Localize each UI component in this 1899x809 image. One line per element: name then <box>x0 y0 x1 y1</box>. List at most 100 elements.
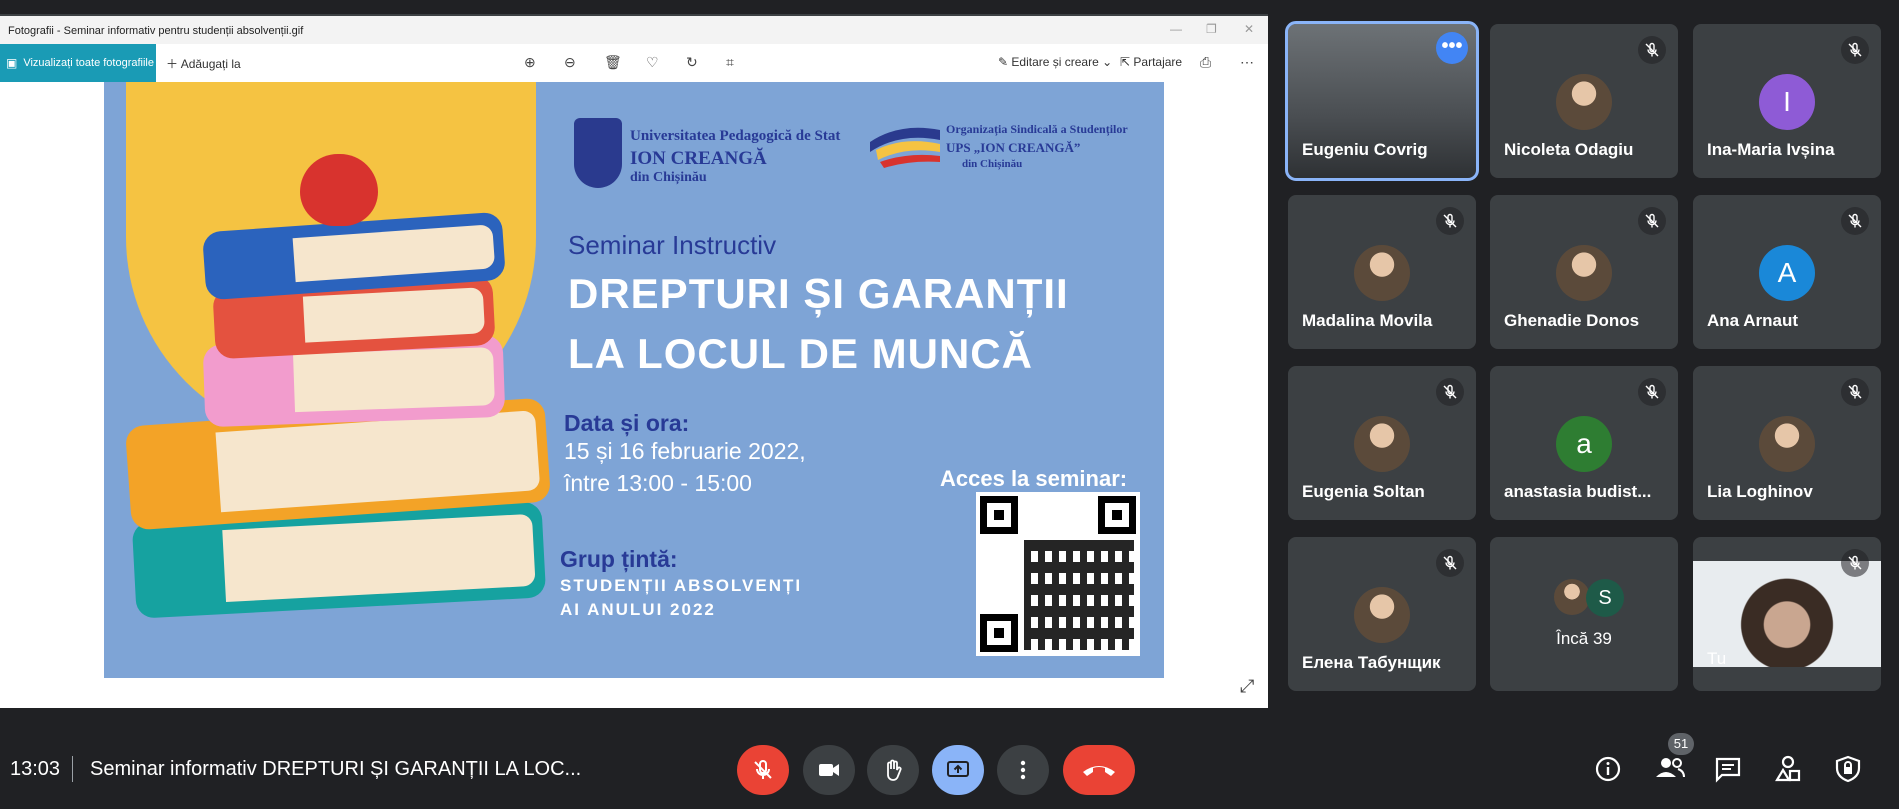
participant-name: Eugeniu Covrig <box>1302 140 1428 159</box>
more-vert-icon <box>1020 760 1026 780</box>
participant-tile[interactable]: Nicoleta Odagiu <box>1490 24 1678 178</box>
participant-tile[interactable]: ••• Eugeniu Covrig <box>1285 21 1479 181</box>
favorite-icon[interactable]: ♡ <box>646 54 659 71</box>
participant-name: anastasia budist... <box>1504 482 1652 501</box>
participant-tile[interactable]: Ghenadie Donos <box>1490 195 1678 349</box>
add-to-label: Adăugați la <box>180 57 241 71</box>
mic-off-icon <box>1436 207 1464 235</box>
participant-name: Nicoleta Odagiu <box>1504 140 1634 159</box>
rotate-icon[interactable]: ↻ <box>686 54 698 71</box>
avatar <box>1556 74 1612 130</box>
avatar <box>1759 416 1815 472</box>
fullscreen-expand-icon[interactable]: ⤢ <box>1240 676 1254 697</box>
union-name-line3: din Chișinău <box>962 158 1023 170</box>
video-camera-icon <box>819 764 839 776</box>
people-button[interactable]: 51 <box>1654 733 1694 786</box>
camera-toggle-button[interactable] <box>803 745 855 795</box>
poster-target-line1: STUDENȚII ABSOLVENȚI <box>560 576 803 595</box>
participant-name: Madalina Movila <box>1302 311 1433 330</box>
leave-call-button[interactable] <box>1063 745 1135 795</box>
mic-off-icon <box>1638 36 1666 64</box>
crop-icon[interactable]: ⌗ <box>726 54 734 71</box>
qr-code <box>976 492 1140 656</box>
edit-create-button[interactable]: ✎ Editare și creare ⌄ <box>998 55 1112 69</box>
poster-title-line2: LA LOCUL DE MUNCĂ <box>568 330 1033 377</box>
view-all-photos-button[interactable]: ▣ Vizualizați toate fotografiile <box>0 44 156 82</box>
gallery-icon: ▣ <box>6 56 18 70</box>
zoom-out-icon[interactable]: ⊖ <box>564 54 576 71</box>
poster-title-line1: DREPTURI ȘI GARANȚII <box>568 270 1069 317</box>
poster-target-label: Grup țintă: <box>560 546 678 572</box>
host-controls-icon[interactable] <box>1834 755 1862 783</box>
edit-create-label: Editare și creare <box>1011 55 1099 69</box>
participant-tile[interactable]: Елена Табунщик <box>1288 537 1476 691</box>
add-to-button[interactable]: ＋ Adăugați la <box>166 55 241 72</box>
poster-date-label: Data și ora: <box>564 410 690 436</box>
mic-toggle-button[interactable] <box>737 745 789 795</box>
delete-icon[interactable]: 🗑 <box>604 54 622 71</box>
share-label: Partajare <box>1133 55 1183 69</box>
mic-off-icon <box>754 759 772 779</box>
poster-date-line1: 15 și 16 februarie 2022, <box>564 438 806 464</box>
participant-name: Eugenia Soltan <box>1302 482 1425 501</box>
mic-off-icon <box>1436 378 1464 406</box>
participant-tile[interactable]: A Ana Arnaut <box>1693 195 1881 349</box>
edit-icon: ✎ <box>998 55 1009 69</box>
viewer-titlebar: Fotografii - Seminar informativ pentru s… <box>0 16 1268 44</box>
more-options-button[interactable] <box>997 745 1049 795</box>
print-icon[interactable]: ⎙ <box>1200 54 1211 71</box>
photo-viewer-window: Fotografii - Seminar informativ pentru s… <box>0 14 1268 708</box>
union-name-line1: Organizația Sindicală a Studenților <box>946 122 1128 136</box>
meeting-details-icon[interactable] <box>1594 755 1622 783</box>
participant-name: Ana Arnaut <box>1707 311 1798 330</box>
share-button[interactable]: ⇱ Partajare <box>1120 55 1182 69</box>
participant-name: Ghenadie Donos <box>1504 311 1640 330</box>
participant-name: Tu <box>1707 649 1727 668</box>
participant-tile[interactable]: I Ina-Maria Ivșina <box>1693 24 1881 178</box>
people-icon <box>1656 758 1685 778</box>
poster-date-line2: între 13:00 - 15:00 <box>564 470 752 496</box>
maximize-icon[interactable]: ❐ <box>1206 22 1217 36</box>
participant-name: Елена Табунщик <box>1302 653 1441 672</box>
participant-name: Încă 39 <box>1556 629 1612 648</box>
apple-illustration <box>300 154 378 226</box>
university-name-line1: Universitatea Pedagogică de Stat <box>630 128 841 144</box>
activities-icon[interactable] <box>1774 755 1802 783</box>
present-screen-button[interactable] <box>932 745 984 795</box>
participant-tile[interactable]: a anastasia budist... <box>1490 366 1678 520</box>
close-icon[interactable]: ✕ <box>1244 22 1254 36</box>
avatar <box>1554 579 1590 615</box>
minimize-icon[interactable]: — <box>1170 22 1182 36</box>
chevron-down-icon: ⌄ <box>1102 55 1113 69</box>
university-crest-icon <box>574 118 622 188</box>
tile-options-button[interactable]: ••• <box>1436 32 1468 64</box>
avatar <box>1354 587 1410 643</box>
union-flag-icon <box>870 127 940 168</box>
participant-tile[interactable]: Madalina Movila <box>1288 195 1476 349</box>
view-all-photos-label: Vizualizați toate fotografiile <box>23 57 154 69</box>
poster-image: Universitatea Pedagogică de Stat ION CRE… <box>104 82 1164 678</box>
participant-count-badge: 51 <box>1668 733 1694 755</box>
mic-off-icon <box>1841 36 1869 64</box>
chat-icon[interactable] <box>1714 755 1742 783</box>
avatar: I <box>1759 74 1815 130</box>
university-name-line2: ION CREANGĂ <box>630 148 767 169</box>
viewer-toolbar: ▣ Vizualizați toate fotografiile ＋ Adăug… <box>0 44 1268 82</box>
avatar <box>1354 416 1410 472</box>
avatar: a <box>1556 416 1612 472</box>
union-name-line2: UPS „ION CREANGĂ” <box>946 140 1081 155</box>
divider <box>72 756 73 782</box>
participant-tile[interactable]: Tu <box>1693 537 1881 691</box>
mic-off-icon <box>1436 549 1464 577</box>
participant-tile[interactable]: Eugenia Soltan <box>1288 366 1476 520</box>
participant-tile[interactable]: Lia Loghinov <box>1693 366 1881 520</box>
end-call-icon <box>1083 766 1115 776</box>
zoom-in-icon[interactable]: ⊕ <box>524 54 536 71</box>
plus-icon: ＋ <box>166 57 179 71</box>
raise-hand-button[interactable] <box>867 745 919 795</box>
clock-time: 13:03 <box>10 758 61 780</box>
participant-tile[interactable]: S Încă 39 <box>1490 537 1678 691</box>
more-options-icon[interactable]: ⋯ <box>1240 54 1254 71</box>
university-name-line3: din Chișinău <box>630 170 707 185</box>
poster-subtitle: Seminar Instructiv <box>568 230 777 260</box>
